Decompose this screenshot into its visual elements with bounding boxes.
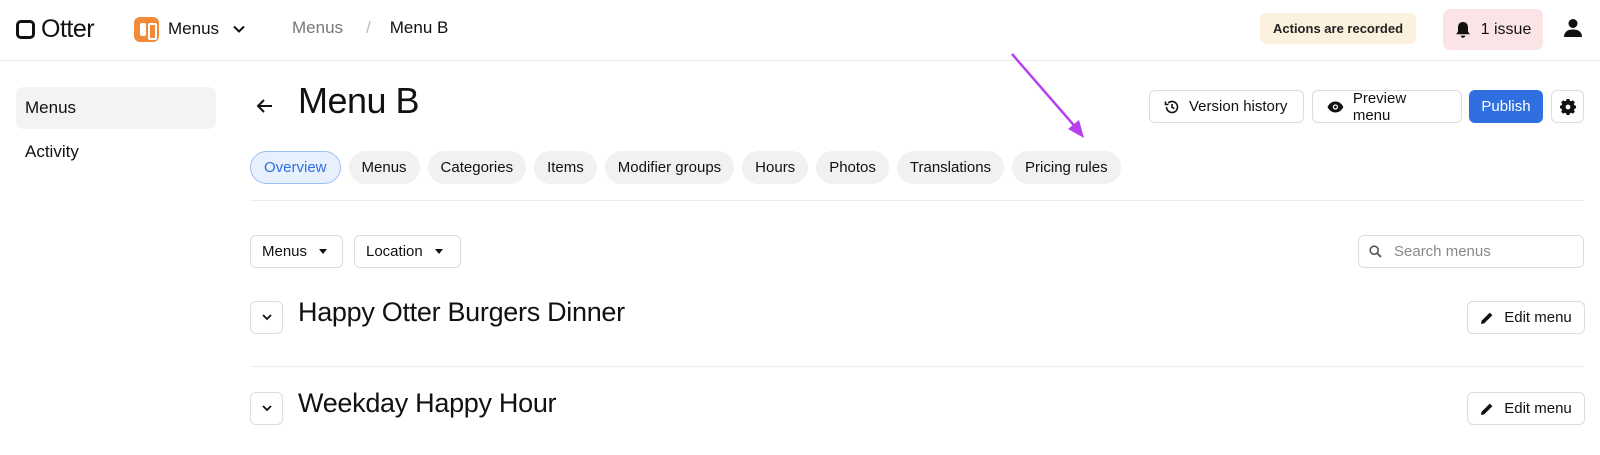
tab-menus[interactable]: Menus: [348, 151, 420, 184]
page-title: Menu B: [298, 80, 420, 121]
edit-menu-label: Edit menu: [1504, 309, 1572, 326]
caret-down-icon: [319, 249, 328, 254]
edit-menu-label: Edit menu: [1504, 400, 1572, 417]
search-icon: [1369, 245, 1382, 258]
actions-recorded-badge: Actions are recorded: [1260, 13, 1417, 44]
menus-filter-dropdown[interactable]: Menus: [250, 235, 343, 268]
tab-modifier-groups[interactable]: Modifier groups: [604, 151, 735, 184]
tabs-divider: [250, 200, 1584, 201]
tab-pricing-rules[interactable]: Pricing rules: [1012, 151, 1121, 184]
tab-items[interactable]: Items: [534, 151, 597, 184]
gear-icon: [1559, 98, 1576, 115]
tab-categories[interactable]: Categories: [427, 151, 527, 184]
search-box[interactable]: [1358, 235, 1584, 268]
publish-button[interactable]: Publish: [1469, 90, 1543, 123]
version-history-button[interactable]: Version history: [1149, 90, 1304, 123]
edit-menu-button[interactable]: Edit menu: [1467, 392, 1585, 425]
chevron-down-icon: [261, 405, 272, 412]
otter-logo-mark-icon: [16, 19, 35, 39]
caret-down-icon: [434, 249, 443, 254]
row-divider: [250, 366, 1584, 367]
menu-row-title: Happy Otter Burgers Dinner: [298, 297, 625, 327]
pencil-icon: [1481, 312, 1493, 324]
eye-icon: [1327, 101, 1344, 112]
annotation-arrow-icon: [1011, 53, 1084, 138]
tab-photos[interactable]: Photos: [816, 151, 889, 184]
history-icon: [1164, 100, 1179, 113]
top-bar: Otter Menus Menus / Menu B Actions are r…: [0, 0, 1600, 61]
issues-label: 1 issue: [1480, 20, 1532, 38]
breadcrumb-separator: /: [366, 18, 371, 37]
breadcrumb: Menus / Menu B: [292, 18, 448, 38]
edit-menu-button[interactable]: Edit menu: [1467, 301, 1585, 334]
sidebar-item-menus[interactable]: Menus: [16, 87, 216, 129]
sidebar: Menus Activity: [16, 87, 216, 175]
tab-hours[interactable]: Hours: [742, 151, 809, 184]
breadcrumb-menus-link[interactable]: Menus: [292, 18, 343, 38]
settings-button[interactable]: [1551, 90, 1584, 123]
user-account-icon[interactable]: [1562, 17, 1584, 39]
brand-name: Otter: [41, 14, 95, 43]
menu-tabs: Overview Menus Categories Items Modifier…: [250, 151, 1129, 184]
app-switcher-label: Menus: [168, 19, 220, 38]
menus-filter-label: Menus: [262, 243, 308, 260]
otter-logo[interactable]: Otter: [16, 14, 95, 44]
preview-menu-button[interactable]: Preview menu: [1312, 89, 1462, 124]
sidebar-item-activity[interactable]: Activity: [16, 131, 216, 173]
preview-menu-label: Preview menu: [1352, 89, 1407, 124]
expand-menu-button[interactable]: [250, 392, 283, 425]
back-arrow-icon[interactable]: [254, 96, 276, 116]
tab-translations[interactable]: Translations: [896, 151, 1005, 184]
search-input[interactable]: [1394, 243, 1574, 260]
bell-icon: [1455, 21, 1470, 38]
chevron-down-icon: [261, 314, 272, 321]
expand-menu-button[interactable]: [250, 301, 283, 334]
menu-row-title: Weekday Happy Hour: [298, 388, 557, 418]
location-filter-label: Location: [366, 243, 423, 260]
menus-app-icon: [134, 16, 159, 42]
location-filter-dropdown[interactable]: Location: [354, 235, 461, 268]
issues-button[interactable]: 1 issue: [1443, 9, 1543, 50]
app-switcher[interactable]: Menus: [134, 16, 245, 42]
version-history-label: Version history: [1189, 98, 1288, 115]
breadcrumb-current: Menu B: [389, 18, 449, 37]
tab-overview[interactable]: Overview: [250, 151, 341, 184]
chevron-down-icon: [233, 25, 245, 33]
pencil-icon: [1481, 403, 1493, 415]
